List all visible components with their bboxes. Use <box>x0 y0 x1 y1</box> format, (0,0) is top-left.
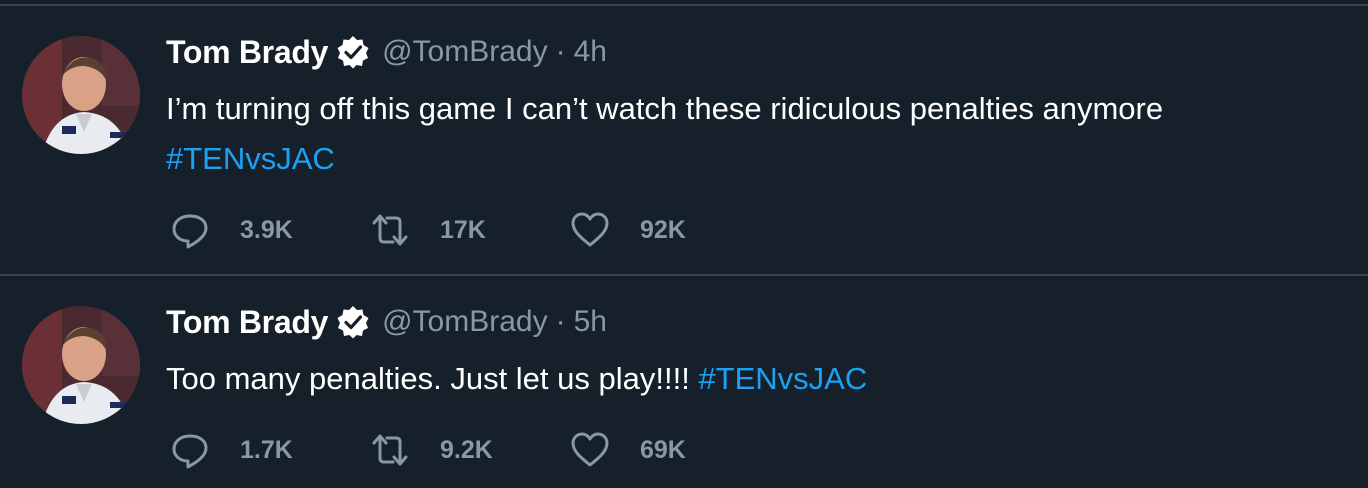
separator: · <box>555 35 566 68</box>
tweet-actions: 3.9K 17K 92K <box>170 210 770 250</box>
retweet-button[interactable]: 9.2K <box>370 430 570 470</box>
tweet-header: Tom Brady @TomBrady · 4h <box>166 30 607 74</box>
username-handle[interactable]: @TomBrady <box>382 35 548 69</box>
timeline: Tom Brady @TomBrady · 4h I’m turning off… <box>0 0 1368 488</box>
tweet-text: Too many penalties. Just let us play!!!!… <box>166 354 1346 404</box>
hashtag-link[interactable]: #TENvsJAC <box>698 361 867 396</box>
speech-bubble-icon <box>172 214 208 249</box>
retweet-count: 17K <box>440 215 486 244</box>
heart-icon <box>571 212 609 247</box>
reply-button[interactable]: 3.9K <box>170 210 370 250</box>
verified-badge-icon <box>336 305 370 339</box>
timestamp[interactable]: 5h <box>574 305 607 339</box>
tweet[interactable]: Tom Brady @TomBrady · 5h Too many penalt… <box>0 276 1368 488</box>
like-button[interactable]: 69K <box>570 430 770 470</box>
speech-bubble-icon <box>172 434 208 469</box>
tweet-text: I’m turning off this game I can’t watch … <box>166 84 1346 184</box>
retweet-count: 9.2K <box>440 435 493 464</box>
like-count: 69K <box>640 435 686 464</box>
display-name[interactable]: Tom Brady <box>166 34 328 71</box>
reply-count: 1.7K <box>240 435 293 464</box>
display-name[interactable]: Tom Brady <box>166 304 328 341</box>
like-button[interactable]: 92K <box>570 210 770 250</box>
separator: · <box>555 305 566 338</box>
retweet-arrows-icon <box>372 434 408 466</box>
username-handle[interactable]: @TomBrady <box>382 305 548 339</box>
tweet-text-content: Too many penalties. Just let us play!!!! <box>166 361 699 396</box>
retweet-arrows-icon <box>372 214 408 246</box>
avatar[interactable] <box>22 306 140 424</box>
retweet-button[interactable]: 17K <box>370 210 570 250</box>
verified-badge-icon <box>336 35 370 69</box>
hashtag-link[interactable]: #TENvsJAC <box>166 141 335 176</box>
tweet-text-content: I’m turning off this game I can’t watch … <box>166 91 1164 126</box>
timestamp[interactable]: 4h <box>574 35 607 69</box>
avatar[interactable] <box>22 36 140 154</box>
reply-button[interactable]: 1.7K <box>170 430 370 470</box>
tweet-actions: 1.7K 9.2K 69K <box>170 430 770 470</box>
heart-icon <box>571 432 609 467</box>
tweet[interactable]: Tom Brady @TomBrady · 4h I’m turning off… <box>0 6 1368 274</box>
like-count: 92K <box>640 215 686 244</box>
reply-count: 3.9K <box>240 215 293 244</box>
tweet-header: Tom Brady @TomBrady · 5h <box>166 300 607 344</box>
